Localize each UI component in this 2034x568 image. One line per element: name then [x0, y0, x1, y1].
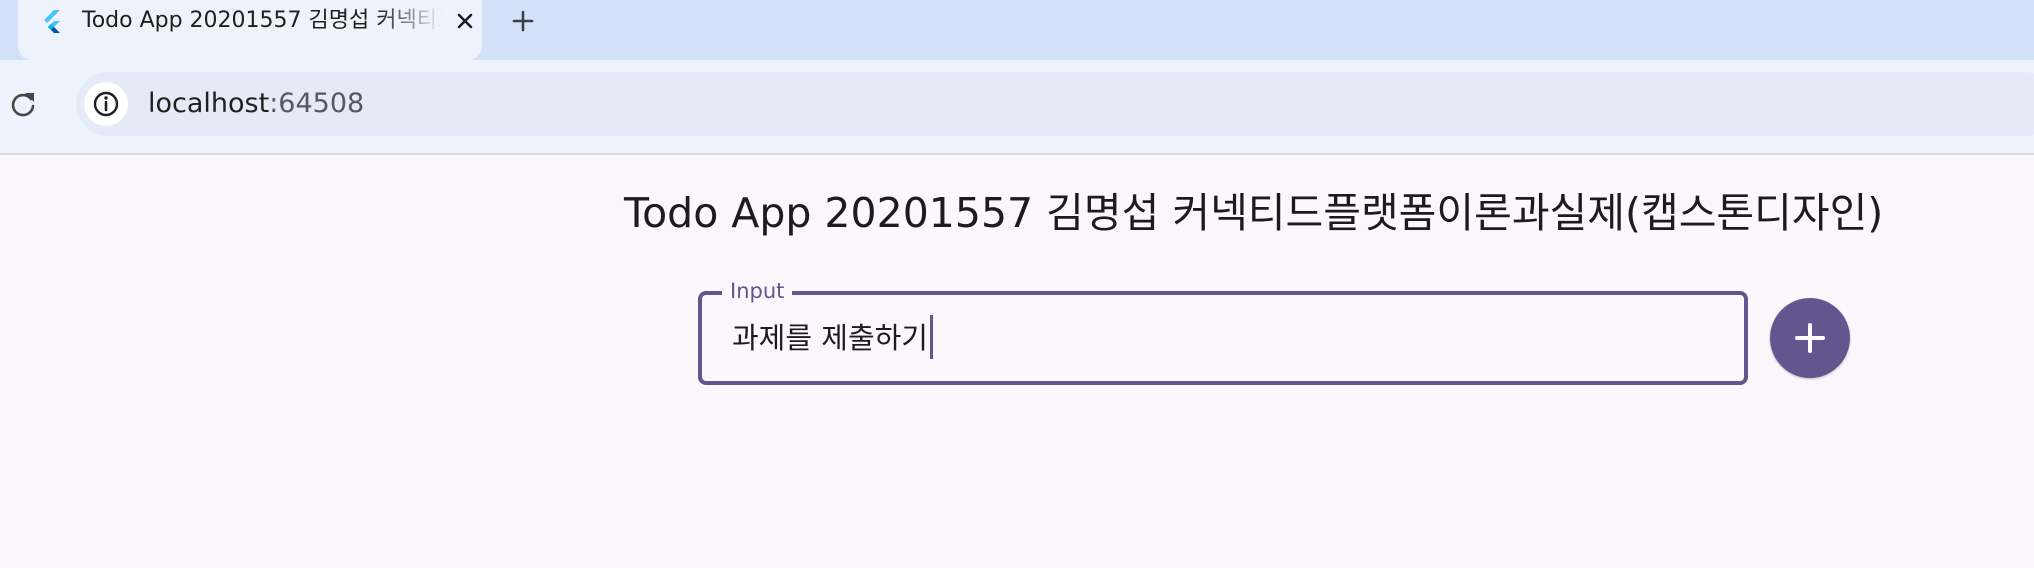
browser-toolbar: localhost:64508: [0, 60, 2034, 155]
app-body: Todo App 20201557 김명섭 커넥티드플랫폼이론과실제(캡스톤디자…: [0, 155, 2034, 568]
browser-tab-strip: Todo App 20201557 김명섭 커넥티드플랫폼이론과실제(캡스톤디자…: [0, 0, 2034, 60]
close-icon[interactable]: [448, 4, 482, 38]
plus-icon[interactable]: [504, 2, 542, 40]
url-host: localhost: [148, 88, 270, 119]
add-todo-button[interactable]: [1770, 298, 1850, 378]
todo-input-field[interactable]: Input 과제를 제출하기: [698, 277, 1748, 385]
todo-input[interactable]: 과제를 제출하기: [732, 315, 933, 361]
url-text: localhost:64508: [148, 86, 364, 122]
tab-title: Todo App 20201557 김명섭 커넥티드플랫폼이론과실제(캡스톤디자…: [82, 8, 442, 33]
input-label: Input: [722, 277, 793, 305]
flutter-icon: [40, 8, 66, 34]
address-bar[interactable]: localhost:64508: [76, 72, 2034, 136]
page-title: Todo App 20201557 김명섭 커넥티드플랫폼이론과실제(캡스톤디자…: [624, 189, 1884, 237]
info-icon[interactable]: [84, 82, 128, 126]
browser-tab[interactable]: Todo App 20201557 김명섭 커넥티드플랫폼이론과실제(캡스톤디자…: [18, 0, 482, 60]
text-caret: [929, 315, 933, 359]
url-port: :64508: [269, 88, 365, 119]
reload-icon[interactable]: [6, 87, 40, 121]
todo-input-value: 과제를 제출하기: [732, 321, 928, 355]
